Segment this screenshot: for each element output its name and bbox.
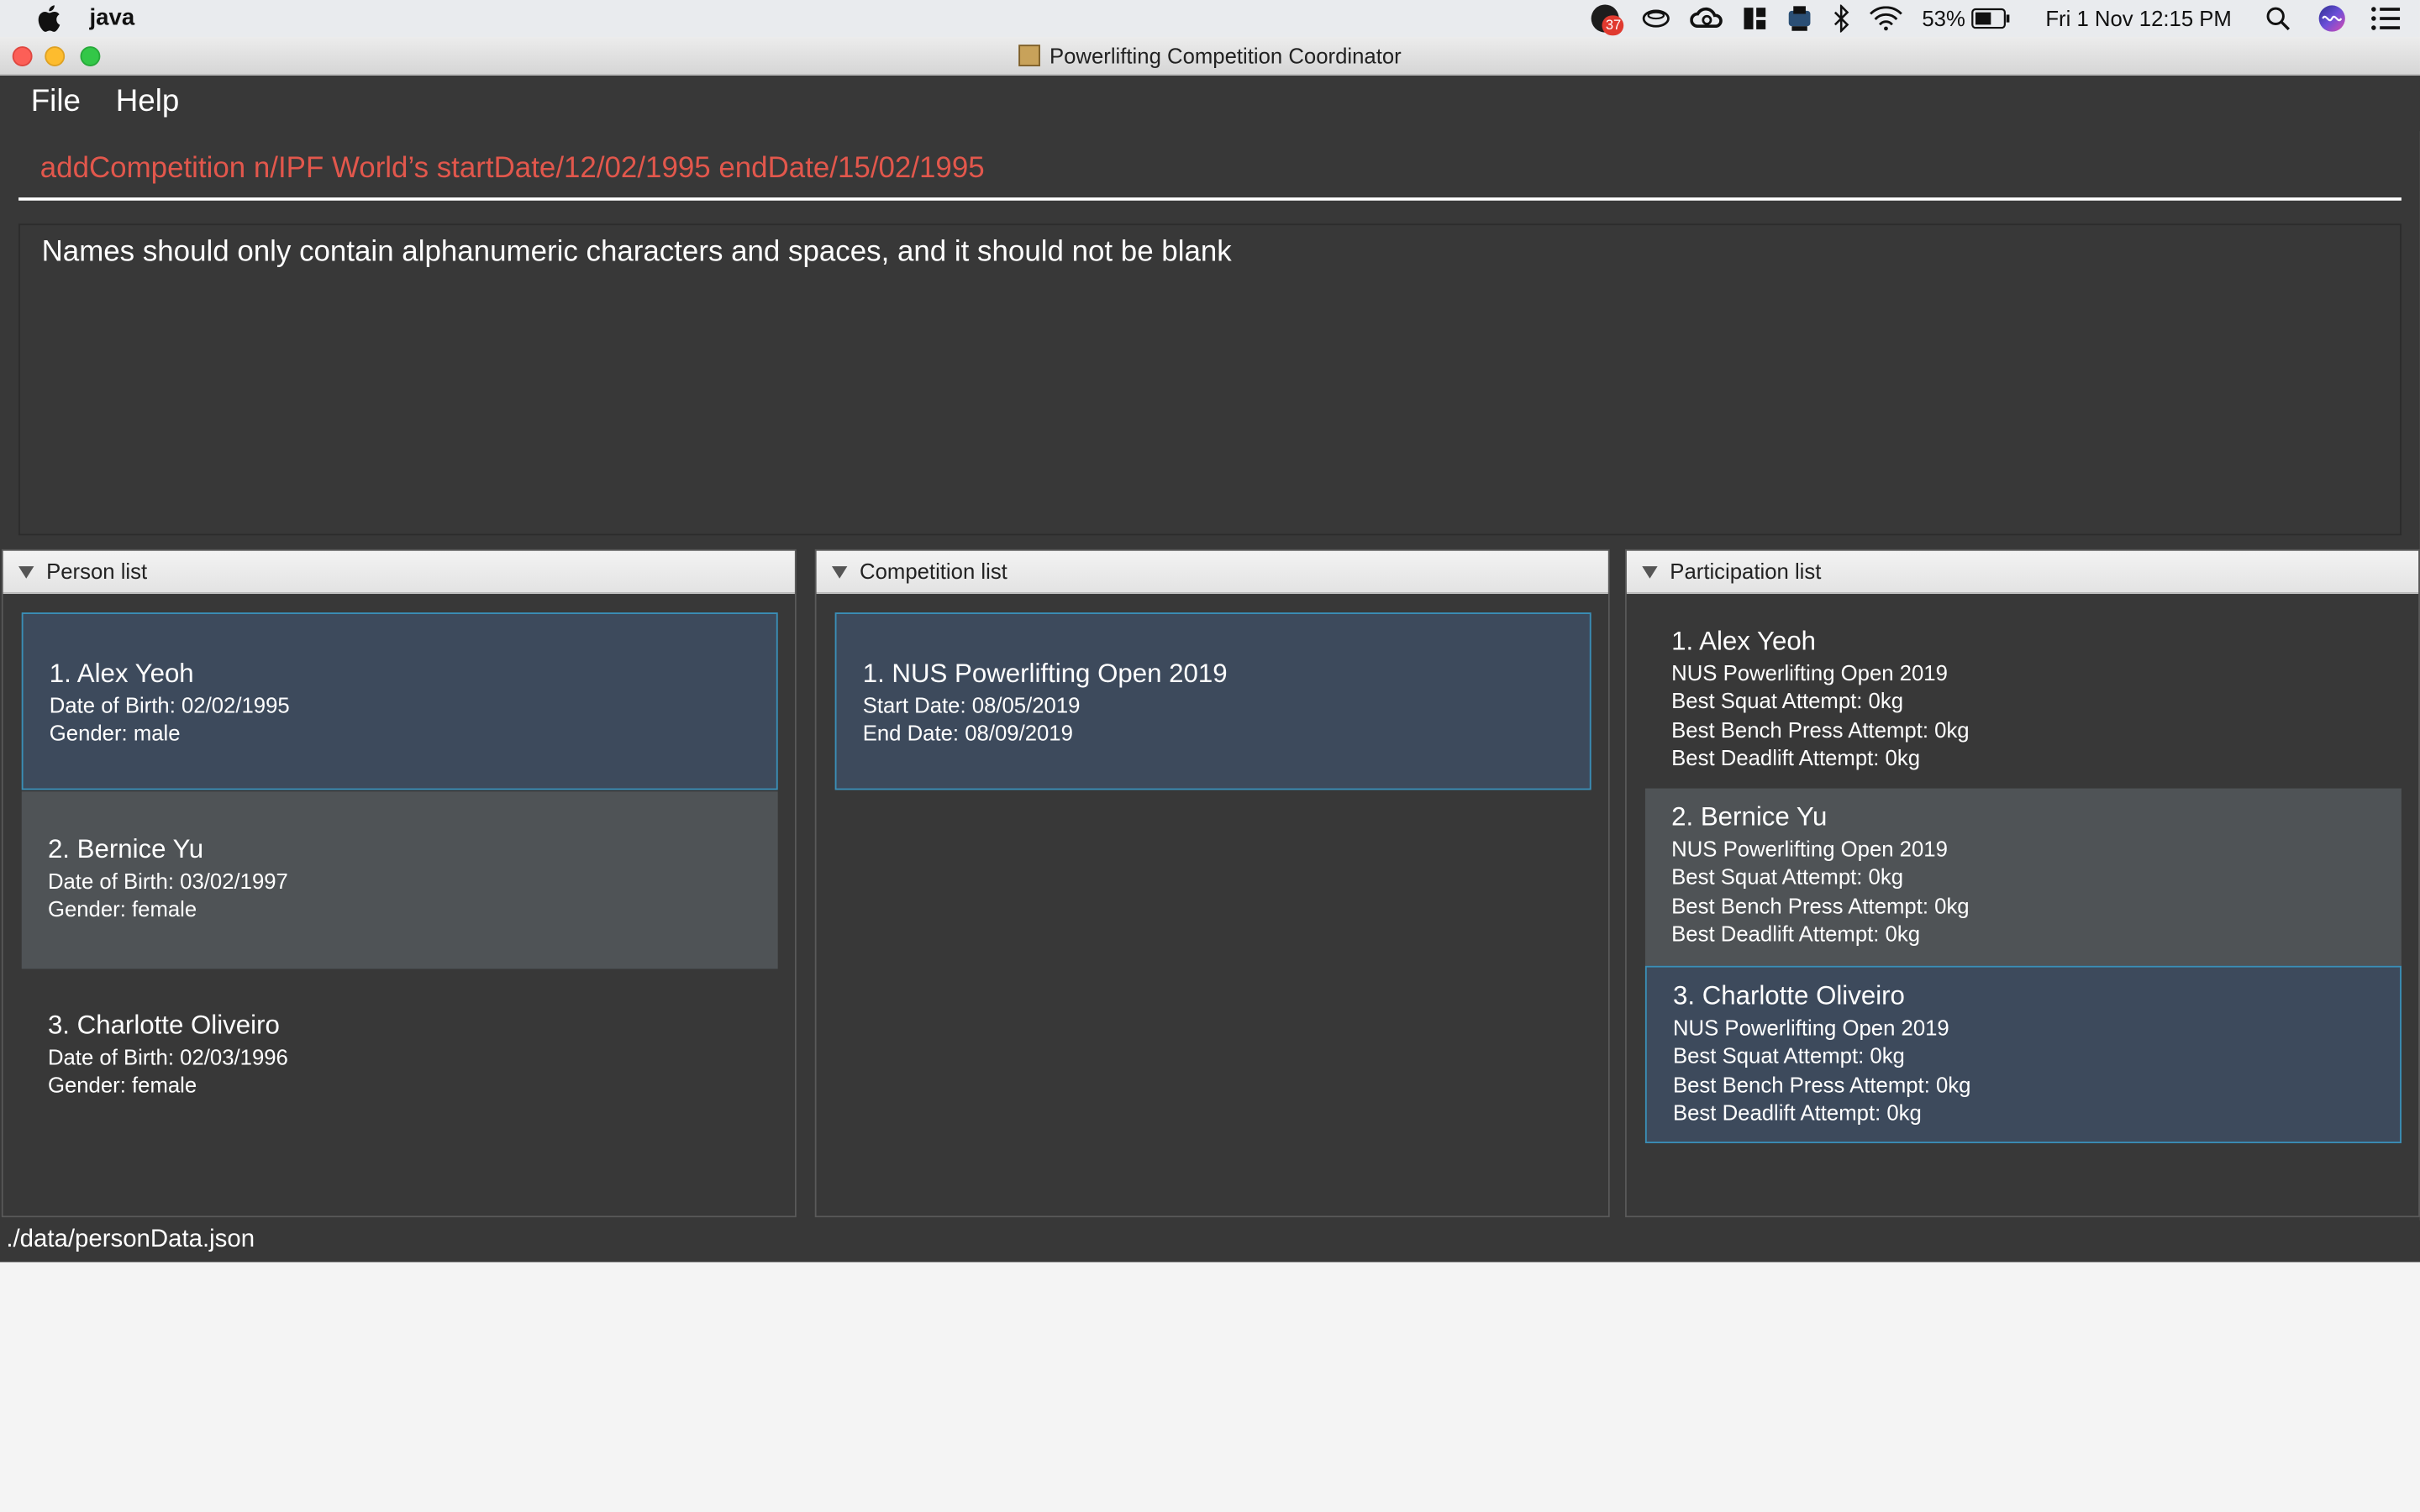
participation-list-panel: Participation list 1. Alex Yeoh NUS Powe… — [1625, 549, 2420, 1218]
best-bench-press: Best Bench Press Attempt: 0kg — [1671, 717, 1970, 743]
apple-logo-icon[interactable] — [34, 3, 61, 34]
data-file-path: ./data/personData.json — [6, 1226, 255, 1253]
app-menu-bar: File Help — [0, 75, 2420, 132]
result-display[interactable]: Names should only contain alphanumeric c… — [18, 223, 2402, 536]
spotlight-search-icon[interactable] — [2265, 0, 2290, 37]
window-manager-icon[interactable] — [1743, 0, 1767, 37]
notification-count-badge: 37 — [1602, 15, 1624, 36]
battery-percentage[interactable]: 53% — [1922, 0, 1965, 37]
app-window: File Help addCompetition n/IPF World’s s… — [0, 75, 2420, 1263]
command-box[interactable]: addCompetition n/IPF World’s startDate/1… — [18, 143, 2402, 201]
collapse-arrow-icon[interactable] — [18, 566, 34, 579]
person-gender: Gender: male — [49, 720, 181, 746]
notification-center-icon[interactable] — [2370, 0, 2402, 37]
active-app-name[interactable]: java — [90, 5, 135, 31]
help-menu[interactable]: Help — [116, 85, 180, 120]
participation-card[interactable]: 1. Alex Yeoh NUS Powerlifting Open 2019 … — [1644, 612, 2402, 789]
participation-list-view[interactable]: 1. Alex Yeoh NUS Powerlifting Open 2019 … — [1626, 594, 2419, 1216]
person-card[interactable]: 1. Alex Yeoh Date of Birth: 02/02/1995 G… — [21, 612, 778, 790]
creative-cloud-icon[interactable] — [1690, 0, 1724, 37]
cloud-sync-icon[interactable] — [1641, 0, 1672, 37]
best-bench-press: Best Bench Press Attempt: 0kg — [1671, 893, 1970, 918]
participation-card[interactable]: 2. Bernice Yu NUS Powerlifting Open 2019… — [1644, 788, 2402, 966]
participant-name: 2. Bernice Yu — [1671, 802, 1828, 832]
status-bar: ./data/personData.json — [0, 1220, 2420, 1263]
competition-list-panel: Competition list 1. NUS Powerlifting Ope… — [814, 549, 1610, 1218]
best-squat: Best Squat Attempt: 0kg — [1671, 864, 1904, 889]
best-squat: Best Squat Attempt: 0kg — [1672, 1042, 1905, 1068]
notification-app-icon[interactable]: 37 — [1591, 0, 1624, 37]
window-title: Powerlifting Competition Coordinator — [1049, 43, 1402, 68]
competition-list-header[interactable]: Competition list — [816, 550, 1608, 595]
person-card[interactable]: 3. Charlotte Oliveiro Date of Birth: 02/… — [21, 969, 778, 1147]
backup-app-icon[interactable] — [1786, 0, 1814, 37]
competition-card[interactable]: 1. NUS Powerlifting Open 2019 Start Date… — [834, 612, 1591, 790]
file-menu[interactable]: File — [31, 85, 81, 120]
bluetooth-icon[interactable] — [1833, 0, 1851, 37]
competition-list-title: Competition list — [860, 558, 1007, 584]
person-name: 1. Alex Yeoh — [49, 659, 194, 689]
person-gender: Gender: female — [47, 896, 197, 921]
best-deadlift: Best Deadlift Attempt: 0kg — [1671, 921, 1921, 946]
person-list-panel: Person list 1. Alex Yeoh Date of Birth: … — [1, 549, 797, 1218]
person-card[interactable]: 2. Bernice Yu Date of Birth: 03/02/1997 … — [21, 791, 778, 969]
best-squat: Best Squat Attempt: 0kg — [1671, 688, 1904, 713]
wifi-icon[interactable] — [1870, 0, 1903, 37]
window-title-bar[interactable]: Powerlifting Competition Coordinator — [0, 37, 2420, 76]
participation-competition: NUS Powerlifting Open 2019 — [1672, 1015, 1949, 1040]
participation-competition: NUS Powerlifting Open 2019 — [1671, 836, 1948, 861]
status-tray: 37 53% Fri 1 Nov 12:15 PM — [1573, 0, 2402, 37]
person-gender: Gender: female — [47, 1072, 197, 1097]
person-dob: Date of Birth: 03/02/1997 — [47, 869, 288, 894]
competition-list-view[interactable]: 1. NUS Powerlifting Open 2019 Start Date… — [816, 594, 1608, 1216]
result-message: Names should only contain alphanumeric c… — [41, 236, 1232, 269]
participant-name: 3. Charlotte Oliveiro — [1672, 981, 1905, 1011]
person-list-header[interactable]: Person list — [3, 550, 795, 595]
participation-competition: NUS Powerlifting Open 2019 — [1671, 660, 1948, 685]
collapse-arrow-icon[interactable] — [831, 566, 848, 579]
command-input[interactable]: addCompetition n/IPF World’s startDate/1… — [40, 153, 985, 186]
person-name: 2. Bernice Yu — [47, 834, 204, 864]
participation-list-title: Participation list — [1670, 558, 1822, 584]
person-list-title: Person list — [46, 558, 148, 584]
person-list-view[interactable]: 1. Alex Yeoh Date of Birth: 02/02/1995 G… — [3, 594, 795, 1216]
clock[interactable]: Fri 1 Nov 12:15 PM — [2045, 0, 2232, 37]
participation-card[interactable]: 3. Charlotte Oliveiro NUS Powerlifting O… — [1644, 965, 2402, 1143]
siri-icon[interactable] — [2318, 0, 2346, 37]
best-deadlift: Best Deadlift Attempt: 0kg — [1672, 1100, 1922, 1125]
person-name: 3. Charlotte Oliveiro — [47, 1011, 280, 1040]
best-deadlift: Best Deadlift Attempt: 0kg — [1671, 745, 1921, 770]
participant-name: 1. Alex Yeoh — [1671, 626, 1817, 656]
collapse-arrow-icon[interactable] — [1642, 566, 1658, 579]
person-dob: Date of Birth: 02/02/1995 — [49, 692, 290, 718]
battery-icon[interactable] — [1971, 0, 2012, 37]
java-app-icon — [1018, 45, 1040, 66]
competition-end-date: End Date: 08/09/2019 — [862, 720, 1073, 746]
competition-name: 1. NUS Powerlifting Open 2019 — [862, 659, 1228, 689]
participation-list-header[interactable]: Participation list — [1626, 550, 2419, 595]
competition-start-date: Start Date: 08/05/2019 — [862, 692, 1081, 718]
person-dob: Date of Birth: 02/03/1996 — [47, 1044, 288, 1069]
macos-menu-bar: java 37 53% Fri 1 Nov 12:15 PM — [0, 0, 2420, 38]
best-bench-press: Best Bench Press Attempt: 0kg — [1672, 1072, 1971, 1097]
